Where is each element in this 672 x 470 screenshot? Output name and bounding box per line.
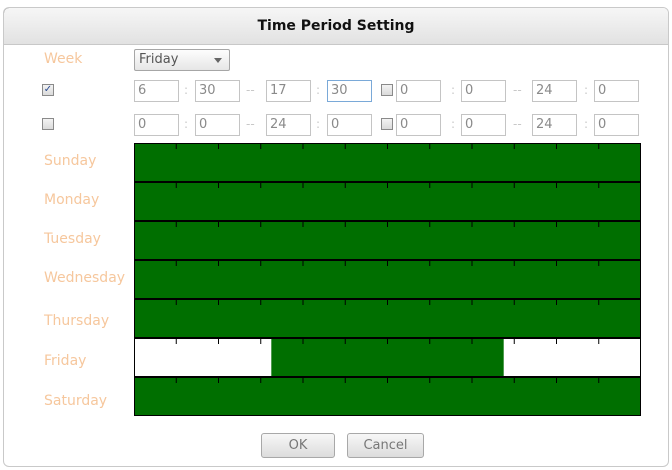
time-colon: : xyxy=(184,83,189,97)
period-1-start-hour-input[interactable]: 6 xyxy=(134,80,179,102)
period-3-start-minute-input[interactable]: 0 xyxy=(195,114,240,136)
cancel-button[interactable]: Cancel xyxy=(347,433,424,458)
ok-button[interactable]: OK xyxy=(261,433,335,458)
period-4-enable-checkbox[interactable] xyxy=(381,118,393,130)
schedule-bar-friday xyxy=(134,338,641,377)
period-4-start-minute-input[interactable]: 0 xyxy=(461,114,506,136)
period-2-start-hour-input[interactable]: 0 xyxy=(396,80,441,102)
time-colon: : xyxy=(584,83,589,97)
schedule-bar-monday xyxy=(134,182,641,221)
schedule-row-thursday[interactable] xyxy=(134,299,641,338)
day-label-monday: Monday xyxy=(44,192,100,208)
schedule-bar-tuesday xyxy=(134,221,641,260)
day-label-friday: Friday xyxy=(44,353,87,369)
period-1-end-hour-input[interactable]: 17 xyxy=(266,80,311,102)
week-select-value: Friday xyxy=(139,52,179,67)
time-colon: : xyxy=(316,83,321,97)
period-3-end-hour-input[interactable]: 24 xyxy=(266,114,311,136)
time-colon: : xyxy=(184,117,189,131)
week-select[interactable]: Friday xyxy=(134,49,230,71)
week-label: Week xyxy=(44,51,83,67)
schedule-row-monday[interactable] xyxy=(134,182,641,221)
schedule-bar-thursday xyxy=(134,299,641,338)
chevron-down-icon xyxy=(214,58,222,63)
schedule-bar-wednesday xyxy=(134,260,641,299)
dialog-title: Time Period Setting xyxy=(4,8,668,45)
time-colon: : xyxy=(316,117,321,131)
time-colon: : xyxy=(451,83,456,97)
period-2-end-hour-input[interactable]: 24 xyxy=(532,80,577,102)
time-colon: : xyxy=(451,117,456,131)
period-1-start-minute-input[interactable]: 30 xyxy=(195,80,240,102)
day-label-tuesday: Tuesday xyxy=(44,231,101,247)
schedule-row-saturday[interactable] xyxy=(134,377,641,416)
period-1-enable-checkbox[interactable]: ✓ xyxy=(42,84,54,96)
period-2-start-minute-input[interactable]: 0 xyxy=(461,80,506,102)
range-dash: -- xyxy=(246,83,255,97)
period-4-end-minute-input[interactable]: 0 xyxy=(594,114,639,136)
period-3-enable-checkbox[interactable] xyxy=(42,118,54,130)
period-4-end-hour-input[interactable]: 24 xyxy=(532,114,577,136)
period-2-end-minute-input[interactable]: 0 xyxy=(594,80,639,102)
time-period-dialog: Time Period Setting Week Friday ✓ 6 : 30… xyxy=(4,8,668,466)
period-1-end-minute-input[interactable]: 30 xyxy=(327,80,372,102)
day-label-sunday: Sunday xyxy=(44,153,97,169)
range-dash: -- xyxy=(246,117,255,131)
period-2-enable-checkbox[interactable] xyxy=(381,84,393,96)
day-label-thursday: Thursday xyxy=(44,313,110,329)
schedule-row-wednesday[interactable] xyxy=(134,260,641,299)
time-colon: : xyxy=(584,117,589,131)
schedule-row-sunday[interactable] xyxy=(134,143,641,182)
range-dash: -- xyxy=(513,117,522,131)
schedule-row-tuesday[interactable] xyxy=(134,221,641,260)
period-3-end-minute-input[interactable]: 0 xyxy=(327,114,372,136)
schedule-bar-sunday xyxy=(134,143,641,182)
schedule-row-friday[interactable] xyxy=(134,338,641,377)
day-label-saturday: Saturday xyxy=(44,393,108,409)
schedule-bar-saturday xyxy=(134,377,641,416)
period-3-start-hour-input[interactable]: 0 xyxy=(134,114,179,136)
range-dash: -- xyxy=(513,83,522,97)
period-4-start-hour-input[interactable]: 0 xyxy=(396,114,441,136)
day-label-wednesday: Wednesday xyxy=(44,270,126,286)
